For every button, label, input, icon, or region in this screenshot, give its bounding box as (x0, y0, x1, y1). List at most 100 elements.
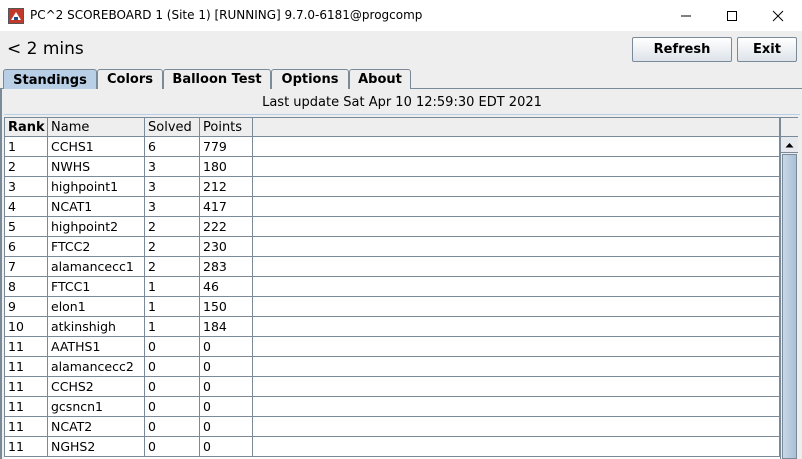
last-update-label: Last update Sat Apr 10 12:59:30 EDT 2021 (4, 91, 800, 115)
empty-cell (253, 317, 780, 336)
points-cell: 0 (200, 397, 253, 416)
solved-cell: 0 (145, 357, 200, 376)
points-cell: 0 (200, 437, 253, 456)
column-header-points[interactable]: Points (200, 117, 253, 137)
table-row[interactable]: 4 NCAT1 3 417 (4, 197, 780, 217)
table-row[interactable]: 11 AATHS1 0 0 (4, 337, 780, 357)
window-title: PC^2 SCOREBOARD 1 (Site 1) [RUNNING] 9.7… (30, 8, 423, 22)
solved-cell: 2 (145, 217, 200, 236)
refresh-button[interactable]: Refresh (632, 37, 732, 62)
solved-cell: 0 (145, 437, 200, 456)
rank-cell: 2 (4, 157, 48, 176)
empty-cell (253, 417, 780, 436)
elapsed-time-label: < 2 mins (7, 39, 84, 59)
maximize-button[interactable] (709, 0, 755, 31)
points-cell: 184 (200, 317, 253, 336)
tab-about[interactable]: About (349, 69, 411, 89)
solved-cell: 2 (145, 257, 200, 276)
name-cell: NGHS2 (48, 437, 145, 456)
minimize-button[interactable] (663, 0, 709, 31)
table-row[interactable]: 11 NGHS2 0 0 (4, 437, 780, 457)
rank-cell: 1 (4, 137, 48, 156)
chevron-up-icon (785, 142, 794, 147)
tab-standings[interactable]: Standings (3, 69, 97, 90)
rank-cell: 4 (4, 197, 48, 216)
empty-cell (253, 397, 780, 416)
empty-cell (253, 197, 780, 216)
scroll-thumb[interactable] (782, 154, 797, 459)
empty-cell (253, 297, 780, 316)
table-row[interactable]: 10 atkinshigh 1 184 (4, 317, 780, 337)
column-header-empty[interactable] (253, 117, 780, 137)
empty-cell (253, 157, 780, 176)
points-cell: 779 (200, 137, 253, 156)
rank-cell: 7 (4, 257, 48, 276)
app-icon (8, 8, 24, 24)
table-row[interactable]: 7 alamancecc1 2 283 (4, 257, 780, 277)
column-header-rank[interactable]: Rank (4, 117, 48, 137)
table-row[interactable]: 3 highpoint1 3 212 (4, 177, 780, 197)
minimize-icon (681, 15, 691, 16)
name-cell: gcsncn1 (48, 397, 145, 416)
scroll-up-button[interactable] (781, 137, 798, 153)
empty-cell (253, 277, 780, 296)
table-row[interactable]: 5 highpoint2 2 222 (4, 217, 780, 237)
rank-cell: 11 (4, 357, 48, 376)
exit-button[interactable]: Exit (737, 37, 797, 62)
column-header-name[interactable]: Name (48, 117, 145, 137)
rank-cell: 6 (4, 237, 48, 256)
tab-strip: Standings Colors Balloon Test Options Ab… (0, 67, 802, 90)
table-header: Rank Name Solved Points (4, 117, 780, 137)
solved-cell: 2 (145, 237, 200, 256)
points-cell: 46 (200, 277, 253, 296)
name-cell: FTCC2 (48, 237, 145, 256)
name-cell: highpoint2 (48, 217, 145, 236)
name-cell: AATHS1 (48, 337, 145, 356)
table-row[interactable]: 2 NWHS 3 180 (4, 157, 780, 177)
empty-cell (253, 437, 780, 456)
points-cell: 212 (200, 177, 253, 196)
points-cell: 230 (200, 237, 253, 256)
name-cell: elon1 (48, 297, 145, 316)
rank-cell: 11 (4, 417, 48, 436)
tab-options[interactable]: Options (271, 69, 349, 89)
tab-balloon-test[interactable]: Balloon Test (163, 69, 271, 89)
solved-cell: 0 (145, 417, 200, 436)
empty-cell (253, 337, 780, 356)
empty-cell (253, 217, 780, 236)
table-row[interactable]: 11 alamancecc2 0 0 (4, 357, 780, 377)
points-cell: 0 (200, 357, 253, 376)
name-cell: NCAT2 (48, 417, 145, 436)
rank-cell: 5 (4, 217, 48, 236)
points-cell: 150 (200, 297, 253, 316)
rank-cell: 3 (4, 177, 48, 196)
table-row[interactable]: 6 FTCC2 2 230 (4, 237, 780, 257)
rank-cell: 11 (4, 337, 48, 356)
name-cell: NWHS (48, 157, 145, 176)
solved-cell: 6 (145, 137, 200, 156)
rank-cell: 10 (4, 317, 48, 336)
solved-cell: 0 (145, 377, 200, 396)
table-row[interactable]: 9 elon1 1 150 (4, 297, 780, 317)
points-cell: 0 (200, 337, 253, 356)
table-row[interactable]: 1 CCHS1 6 779 (4, 137, 780, 157)
vertical-scrollbar[interactable] (780, 137, 798, 459)
close-button[interactable] (755, 0, 801, 31)
table-row[interactable]: 11 CCHS2 0 0 (4, 377, 780, 397)
rank-cell: 11 (4, 437, 48, 456)
points-cell: 222 (200, 217, 253, 236)
standings-table[interactable]: Rank Name Solved Points 1 CCHS1 6 779 2 NWHS 3… (4, 117, 780, 459)
table-row[interactable]: 11 NCAT2 0 0 (4, 417, 780, 437)
column-header-solved[interactable]: Solved (145, 117, 200, 137)
tab-colors[interactable]: Colors (97, 69, 163, 89)
table-row[interactable]: 8 FTCC1 1 46 (4, 277, 780, 297)
name-cell: atkinshigh (48, 317, 145, 336)
table-row[interactable]: 11 gcsncn1 0 0 (4, 397, 780, 417)
name-cell: highpoint1 (48, 177, 145, 196)
solved-cell: 0 (145, 337, 200, 356)
solved-cell: 3 (145, 157, 200, 176)
title-bar: PC^2 SCOREBOARD 1 (Site 1) [RUNNING] 9.7… (0, 0, 802, 31)
empty-cell (253, 357, 780, 376)
empty-cell (253, 177, 780, 196)
name-cell: NCAT1 (48, 197, 145, 216)
